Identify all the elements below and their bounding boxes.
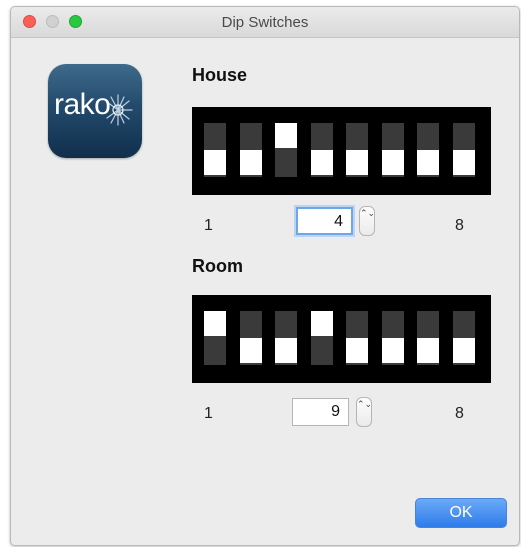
dip-switch-knob — [275, 338, 297, 363]
house-dip-switch-bank[interactable] — [192, 107, 491, 195]
stepper-arrows-icon: ⌃⌄ — [360, 208, 376, 218]
room-scale-min: 1 — [204, 405, 213, 422]
house-number-input[interactable]: 4 — [296, 207, 353, 235]
dip-switch-knob — [452, 338, 475, 363]
dip-switch-knob — [239, 338, 262, 363]
house-scale-min: 1 — [204, 217, 213, 234]
title-bar[interactable]: Dip Switches — [11, 7, 519, 38]
dip-switch-knob — [452, 150, 475, 175]
dip-switch-knob — [417, 338, 439, 363]
house-stepper[interactable]: ⌃⌄ — [359, 206, 375, 236]
window-title: Dip Switches — [221, 14, 309, 31]
house-dip-switch-2[interactable] — [239, 123, 262, 177]
dip-switch-knob — [275, 123, 297, 148]
rako-logo: rako — [48, 64, 142, 158]
room-dip-switch-2[interactable] — [239, 311, 262, 365]
house-dip-switch-3[interactable] — [275, 123, 297, 177]
room-dip-switch-bank[interactable] — [192, 295, 491, 383]
dip-switches-window: Dip Switches rako House 1 8 4 ⌃⌄ Room 1 … — [10, 6, 520, 546]
house-dip-switch-5[interactable] — [346, 123, 368, 177]
room-dip-switch-7[interactable] — [417, 311, 439, 365]
room-number-input[interactable]: 9 — [292, 398, 349, 426]
dip-switch-knob — [204, 311, 226, 336]
house-dip-switch-6[interactable] — [381, 123, 404, 177]
dip-switch-knob — [204, 150, 226, 175]
stepper-arrows-icon: ⌃⌄ — [357, 399, 373, 409]
dip-switch-knob — [381, 338, 404, 363]
dip-switch-knob — [417, 150, 439, 175]
house-dip-switch-8[interactable] — [452, 123, 475, 177]
dip-switch-knob — [346, 338, 368, 363]
room-dip-switch-8[interactable] — [452, 311, 475, 365]
house-dip-switch-4[interactable] — [310, 123, 333, 177]
room-heading: Room — [192, 256, 243, 276]
room-dip-switch-6[interactable] — [381, 311, 404, 365]
logo-text: rako — [54, 88, 111, 121]
dip-switch-knob — [310, 150, 333, 175]
house-heading: House — [192, 65, 248, 85]
room-dip-switch-1[interactable] — [204, 311, 226, 365]
dip-switch-knob — [346, 150, 368, 175]
room-scale-max: 8 — [455, 405, 464, 422]
dip-switch-knob — [381, 150, 404, 175]
house-dip-switch-1[interactable] — [204, 123, 226, 177]
room-dip-switch-3[interactable] — [275, 311, 297, 365]
room-dip-switch-5[interactable] — [346, 311, 368, 365]
room-dip-switch-4[interactable] — [310, 311, 333, 365]
dip-switch-knob — [310, 311, 333, 336]
house-dip-switch-7[interactable] — [417, 123, 439, 177]
house-scale-max: 8 — [455, 217, 464, 234]
dip-switch-knob — [239, 150, 262, 175]
ok-button[interactable]: OK — [415, 498, 507, 528]
room-stepper[interactable]: ⌃⌄ — [356, 397, 372, 427]
